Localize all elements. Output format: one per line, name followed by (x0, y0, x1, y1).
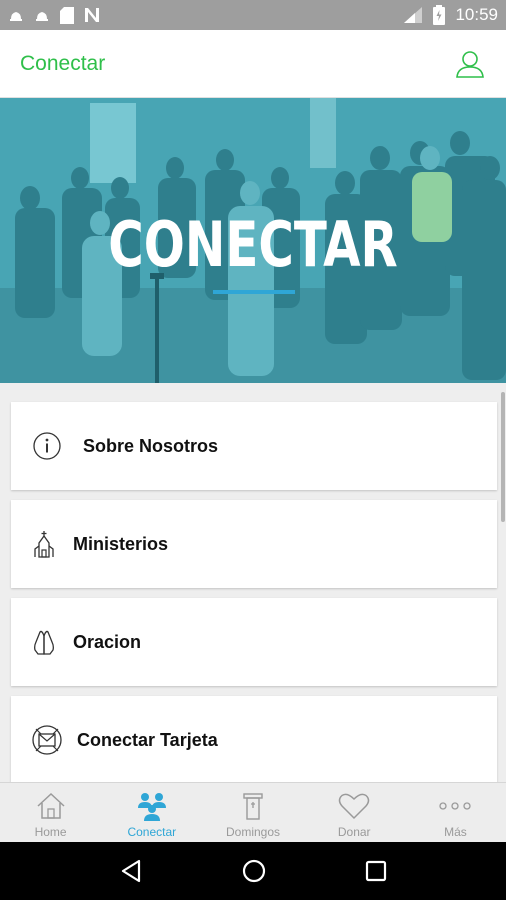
scrollbar[interactable] (501, 392, 505, 522)
tab-label: Domingos (225, 825, 281, 839)
info-icon (31, 430, 63, 462)
tab-label: Conectar (127, 825, 177, 839)
menu-item-sobre-nosotros[interactable]: Sobre Nosotros (11, 402, 497, 490)
status-bar: 10:59 (0, 0, 506, 30)
menu-item-label: Conectar Tarjeta (77, 729, 218, 750)
heart-icon (337, 790, 371, 822)
hero-banner: CONECTAR (0, 98, 506, 383)
church-icon (31, 528, 57, 560)
tab-label: Más (444, 825, 467, 839)
recents-icon[interactable] (365, 860, 387, 882)
menu-item-ministerios[interactable]: Ministerios (11, 500, 497, 588)
tab-donar[interactable]: Donar (304, 783, 405, 842)
tab-mas[interactable]: Más (405, 783, 506, 842)
status-notifications (8, 6, 100, 24)
praying-hands-icon (31, 626, 57, 658)
home-nav-icon[interactable] (241, 858, 267, 884)
sd-card-icon (60, 6, 74, 24)
menu-item-label: Sobre Nosotros (83, 435, 219, 456)
tab-label: Donar (337, 825, 371, 839)
app-header: Conectar (0, 30, 506, 98)
page-title: Conectar (20, 51, 106, 75)
system-nav-bar (0, 842, 506, 900)
home-icon (34, 790, 68, 822)
hero-title: CONECTAR (108, 208, 398, 281)
menu-item-oracion[interactable]: Oracion (11, 598, 497, 686)
people-icon (135, 790, 169, 822)
menu-item-conectar-tarjeta[interactable]: Conectar Tarjeta (11, 696, 497, 784)
tab-bar: Home Conectar Domingos Donar Más (0, 782, 506, 842)
notification-icon (36, 12, 48, 21)
podium-icon (236, 790, 270, 822)
battery-icon (433, 5, 446, 25)
menu-item-label: Oracion (73, 631, 142, 652)
menu-list: Sobre Nosotros Ministerios Oracion Conec… (11, 402, 497, 794)
tab-conectar[interactable]: Conectar (101, 783, 202, 842)
profile-button[interactable] (454, 48, 486, 80)
more-icon (438, 790, 472, 822)
tab-domingos[interactable]: Domingos (202, 783, 303, 842)
notification-icon (10, 12, 22, 21)
tab-home[interactable]: Home (0, 783, 101, 842)
back-icon[interactable] (119, 859, 143, 883)
user-icon (456, 50, 484, 78)
card-icon (31, 724, 63, 756)
status-time: 10:59 (455, 5, 498, 24)
signal-icon (404, 7, 423, 23)
n-icon (85, 8, 99, 22)
tab-label: Home (34, 825, 67, 839)
menu-item-label: Ministerios (73, 533, 169, 554)
hero-underline (213, 290, 295, 294)
